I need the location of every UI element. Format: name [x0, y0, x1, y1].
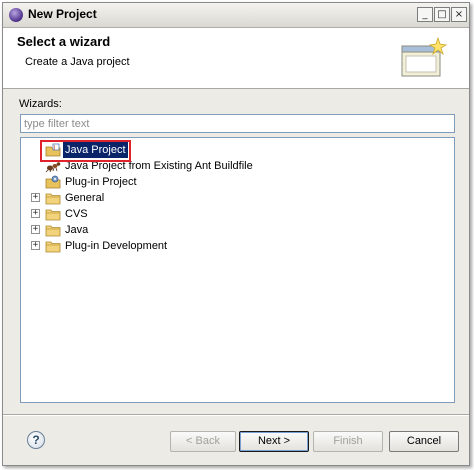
page-description: Create a Java project	[25, 56, 130, 68]
tree-item-label: General	[65, 192, 105, 204]
folder-icon	[45, 241, 61, 253]
tree-item-label: Java	[65, 224, 89, 236]
plugin-project-icon	[45, 175, 61, 189]
help-icon[interactable]: ?	[27, 431, 45, 449]
folder-icon	[45, 209, 61, 221]
button-bar-divider	[3, 414, 469, 416]
tree-item-label: CVS	[65, 208, 88, 220]
new-wizard-banner-icon	[401, 36, 448, 77]
expand-icon[interactable]: +	[31, 193, 40, 202]
back-button[interactable]: < Back	[170, 431, 236, 452]
window-title: New Project	[28, 7, 97, 21]
filter-input[interactable]	[20, 114, 455, 133]
highlight-box	[40, 140, 131, 162]
wizard-tree[interactable]: J Java Project Java Project from Existin…	[20, 137, 455, 403]
page-title: Select a wizard	[17, 34, 111, 49]
folder-icon	[45, 225, 61, 237]
expand-icon[interactable]: +	[31, 225, 40, 234]
maximize-button[interactable]: □	[434, 7, 450, 22]
expand-icon[interactable]: +	[31, 209, 40, 218]
eclipse-icon	[9, 8, 23, 22]
title-bar[interactable]: New Project _ □ ×	[3, 3, 469, 28]
tree-item-label: Plug-in Development	[65, 240, 168, 252]
finish-button[interactable]: Finish	[313, 431, 383, 452]
new-project-window: New Project _ □ × Select a wizard Create…	[2, 2, 470, 466]
close-button[interactable]: ×	[451, 7, 467, 22]
wizards-label: Wizards:	[19, 98, 62, 110]
wizard-header: Select a wizard Create a Java project	[3, 28, 469, 89]
cancel-button[interactable]: Cancel	[389, 431, 459, 452]
expand-icon[interactable]: +	[31, 241, 40, 250]
next-button[interactable]: Next >	[239, 431, 309, 452]
minimize-button[interactable]: _	[417, 7, 433, 22]
folder-icon	[45, 193, 61, 205]
tree-item-label: Plug-in Project	[65, 176, 137, 188]
